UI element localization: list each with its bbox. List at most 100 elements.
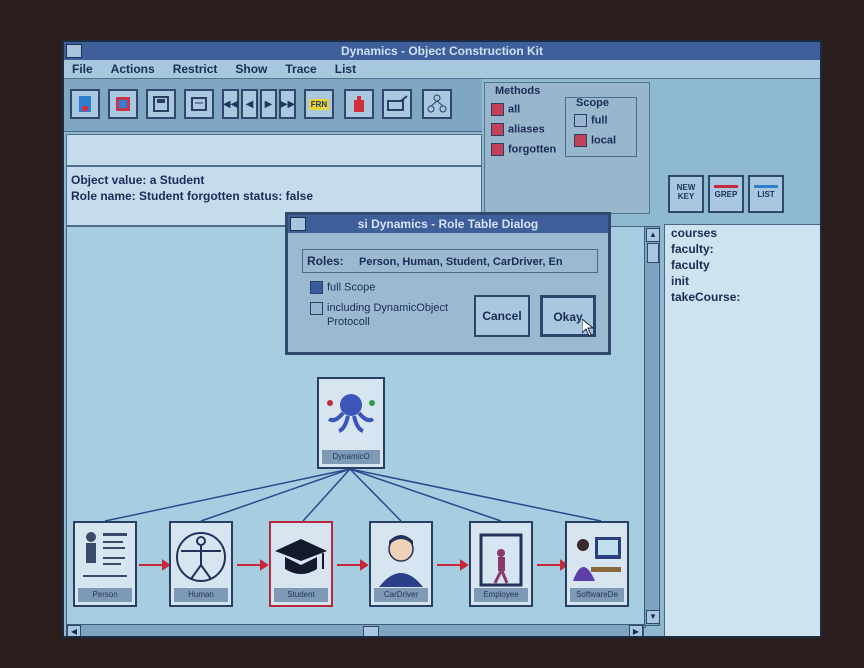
method-item[interactable]: faculty [665, 257, 820, 273]
new-object-icon[interactable] [70, 89, 100, 119]
scope-local-checkbox[interactable] [574, 134, 587, 147]
run-filter-icon[interactable]: FRN [304, 89, 334, 119]
methods-title: Methods [495, 85, 541, 97]
role-label-human: Human [174, 588, 228, 602]
role-label-employee: Employee [474, 588, 528, 602]
list-button[interactable]: LIST [748, 175, 784, 213]
methods-aliases-label: aliases [508, 123, 545, 136]
scope-title: Scope [576, 97, 610, 109]
methods-all-label: all [508, 103, 521, 116]
screen: Dynamics - Object Construction Kit File … [62, 40, 822, 638]
role-name-text: Role name: Student forgotten status: fal… [71, 189, 314, 203]
dialog-titlebar: si Dynamics - Role Table Dialog [288, 215, 608, 233]
menu-actions[interactable]: Actions [111, 60, 155, 78]
role-node-person[interactable]: Person [73, 521, 137, 607]
role-label-softwaredev: SoftwareDe [570, 588, 624, 602]
role-node-softwaredev[interactable]: SoftwareDe [565, 521, 629, 607]
role-node-human[interactable]: Human [169, 521, 233, 607]
expression-input[interactable] [66, 134, 482, 166]
graduation-cap-icon [275, 539, 327, 574]
stop-icon[interactable] [344, 89, 374, 119]
methods-forgotten-checkbox[interactable] [491, 143, 504, 156]
full-scope-checkbox[interactable] [310, 281, 323, 294]
scope-full-label: full [591, 114, 608, 127]
horizontal-scroll-thumb[interactable] [363, 626, 379, 636]
dynamic-object-node[interactable]: DynamicO [317, 377, 385, 469]
method-list-panel: courses faculty: faculty init takeCourse… [664, 224, 820, 636]
menu-restrict[interactable]: Restrict [173, 60, 218, 78]
grep-bar-icon [714, 185, 738, 188]
vertical-scrollbar[interactable]: ▲ ▼ [644, 226, 660, 626]
new-key-button[interactable]: NEW KEY [668, 175, 704, 213]
methods-aliases-option[interactable]: aliases [491, 123, 545, 136]
full-scope-label: full Scope [327, 281, 376, 294]
link-icon[interactable] [382, 89, 412, 119]
menu-bar: File Actions Restrict Show Trace List [64, 60, 820, 79]
employee-door-icon [479, 533, 523, 587]
scope-local-label: local [591, 134, 617, 147]
software-developer-icon [573, 537, 621, 581]
first-icon[interactable]: ◀◀ [222, 89, 239, 119]
methods-forgotten-label: forgotten [508, 143, 557, 156]
window-title: Dynamics - Object Construction Kit [340, 44, 544, 58]
dialog-system-menu-icon[interactable] [290, 217, 306, 231]
method-item[interactable]: takeCourse: [665, 289, 820, 305]
octopus-icon [327, 394, 375, 433]
role-label-person: Person [78, 588, 132, 602]
roles-label: Roles: [307, 254, 344, 268]
scope-group: Scope full local [565, 97, 637, 157]
roles-value: Person, Human, Student, CarDriver, En [359, 256, 563, 268]
menu-list[interactable]: List [335, 60, 356, 78]
methods-aliases-checkbox[interactable] [491, 123, 504, 136]
last-icon[interactable]: ▶▶ [279, 89, 296, 119]
scroll-left-icon[interactable]: ◀ [67, 625, 81, 636]
save-icon[interactable] [146, 89, 176, 119]
protocol-label: Protocoll [327, 316, 370, 328]
dynamic-object-label: DynamicO [322, 450, 380, 464]
menu-trace[interactable]: Trace [285, 60, 316, 78]
scope-full-option[interactable]: full [574, 114, 608, 127]
list-bar-icon [754, 185, 778, 188]
vertical-scroll-thumb[interactable] [647, 243, 659, 263]
including-protocol-option[interactable]: including DynamicObject Protocoll [310, 301, 448, 329]
menu-show[interactable]: Show [235, 60, 267, 78]
method-item[interactable]: faculty: [665, 241, 820, 257]
roles-row: Roles: Person, Human, Student, CarDriver… [302, 249, 598, 273]
next-icon[interactable]: ▶ [260, 89, 277, 119]
new-key-label: NEW KEY [676, 183, 696, 201]
system-menu-icon[interactable] [66, 44, 82, 58]
mouse-pointer-icon [582, 319, 594, 337]
tree-icon[interactable] [422, 89, 452, 119]
scroll-up-icon[interactable]: ▲ [646, 228, 660, 242]
methods-forgotten-option[interactable]: forgotten [491, 143, 556, 156]
list-label: LIST [757, 190, 775, 199]
driver-portrait-icon [379, 535, 423, 587]
method-item[interactable]: courses [665, 225, 820, 241]
person-document-icon [83, 532, 127, 577]
role-node-cardriver[interactable]: CarDriver [369, 521, 433, 607]
including-protocol-checkbox[interactable] [310, 301, 323, 315]
menu-file[interactable]: File [72, 60, 93, 78]
toolbar: ◀◀ ◀ ▶ ▶▶ FRN [64, 79, 482, 132]
dialog-title: si Dynamics - Role Table Dialog [357, 217, 539, 231]
scope-local-option[interactable]: local [574, 134, 616, 147]
scroll-right-icon[interactable]: ▶ [629, 625, 643, 636]
grep-button[interactable]: GREP [708, 175, 744, 213]
horizontal-scrollbar[interactable]: ◀ ▶ [66, 624, 644, 636]
print-icon[interactable] [184, 89, 214, 119]
role-node-student[interactable]: Student [269, 521, 333, 607]
method-item[interactable]: init [665, 273, 820, 289]
vitruvian-icon [176, 532, 226, 582]
grep-label: GREP [714, 190, 738, 199]
full-scope-option[interactable]: full Scope [310, 281, 375, 294]
role-node-employee[interactable]: Employee [469, 521, 533, 607]
role-label-cardriver: CarDriver [374, 588, 428, 602]
cancel-button[interactable]: Cancel [474, 295, 530, 337]
scroll-down-icon[interactable]: ▼ [646, 610, 660, 624]
scope-full-checkbox[interactable] [574, 114, 587, 127]
open-object-icon[interactable] [108, 89, 138, 119]
previous-icon[interactable]: ◀ [241, 89, 258, 119]
methods-all-checkbox[interactable] [491, 103, 504, 116]
methods-all-option[interactable]: all [491, 103, 520, 116]
filter-badge: FRN [308, 98, 330, 110]
